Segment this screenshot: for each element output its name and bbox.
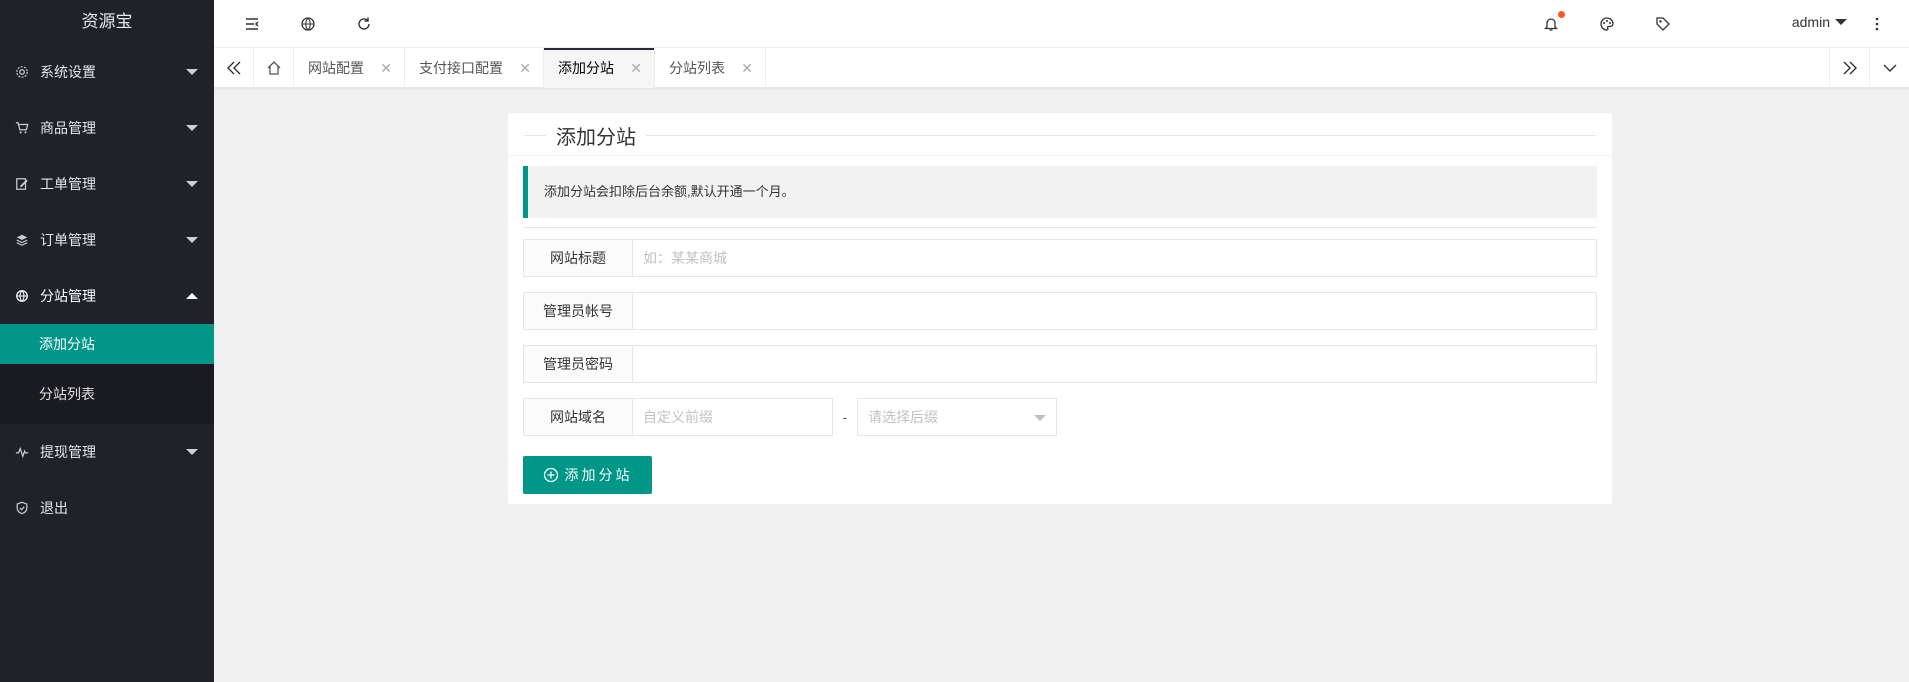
- tab-bar: 网站配置 ✕ 支付接口配置 ✕ 添加分站 ✕ 分站列表 ✕: [214, 48, 1909, 88]
- field-label: 网站标题: [523, 239, 633, 277]
- chevron-down-icon: [186, 181, 198, 187]
- admin-account-input[interactable]: [633, 292, 1597, 330]
- sidebar-item-system-settings[interactable]: 系统设置: [0, 44, 214, 100]
- sidebar-item-label: 工单管理: [40, 176, 96, 192]
- layers-icon: [14, 232, 30, 248]
- form-row-site-title: 网站标题: [523, 239, 1597, 277]
- fieldset-line: [524, 135, 1596, 136]
- gear-icon: [14, 64, 30, 80]
- tag-icon[interactable]: [1651, 12, 1675, 36]
- user-menu[interactable]: admin: [1792, 14, 1847, 30]
- scroll-tabs-left-button[interactable]: [214, 48, 254, 88]
- scroll-tabs-right-button[interactable]: [1829, 48, 1869, 88]
- app-logo: 资源宝: [81, 12, 133, 31]
- close-icon[interactable]: ✕: [380, 48, 392, 88]
- sidebar-item-orders[interactable]: 订单管理: [0, 212, 214, 268]
- notice-banner: 添加分站会扣除后台余额,默认开通一个月。: [523, 166, 1597, 218]
- sidebar-item-products[interactable]: 商品管理: [0, 100, 214, 156]
- sidebar-item-logout[interactable]: 退出: [0, 480, 214, 536]
- tab-site-config[interactable]: 网站配置 ✕: [294, 48, 405, 88]
- tab-label: 分站列表: [669, 60, 725, 76]
- tab-list: 网站配置 ✕ 支付接口配置 ✕ 添加分站 ✕ 分站列表 ✕: [294, 48, 766, 88]
- chevron-up-icon: [186, 293, 198, 299]
- field-label: 管理员密码: [523, 345, 633, 383]
- page-title: 添加分站: [546, 121, 646, 150]
- sidebar-item-withdrawals[interactable]: 提现管理: [0, 424, 214, 480]
- double-chevron-left-icon: [226, 61, 240, 75]
- globe-icon[interactable]: [296, 12, 320, 36]
- form-row-admin-account: 管理员帐号: [523, 292, 1597, 330]
- more-icon[interactable]: [1865, 12, 1889, 36]
- sidebar: 资源宝 系统设置 商品管理 工单管理 订单管理 分站管理 添加分站 分站列表 提…: [0, 0, 214, 682]
- tab-label: 支付接口配置: [419, 60, 503, 76]
- sidebar-item-label: 系统设置: [40, 64, 96, 80]
- sidebar-item-label: 退出: [40, 500, 68, 516]
- tab-add-substation[interactable]: 添加分站 ✕: [544, 48, 655, 88]
- shield-check-icon: [14, 500, 30, 516]
- chevron-down-icon: [186, 125, 198, 131]
- menu-fold-icon[interactable]: [240, 12, 264, 36]
- double-chevron-right-icon: [1843, 61, 1857, 75]
- sidebar-subitem-add-substation[interactable]: 添加分站: [0, 324, 214, 364]
- close-icon[interactable]: ✕: [519, 48, 531, 88]
- theme-icon[interactable]: [1595, 12, 1619, 36]
- site-title-input[interactable]: [633, 239, 1597, 277]
- tab-label: 添加分站: [558, 60, 614, 76]
- divider: [523, 227, 1597, 228]
- field-label: 管理员帐号: [523, 292, 633, 330]
- refresh-icon[interactable]: [352, 12, 376, 36]
- tab-substation-list[interactable]: 分站列表 ✕: [655, 48, 766, 88]
- field-label: 网站域名: [523, 398, 633, 436]
- home-tab-button[interactable]: [254, 48, 294, 88]
- domain-separator: -: [842, 409, 848, 425]
- form-row-domain: 网站域名 - 请选择后缀: [523, 398, 1597, 436]
- pulse-icon: [14, 444, 30, 460]
- form-row-admin-password: 管理员密码: [523, 345, 1597, 383]
- bell-icon[interactable]: [1539, 11, 1565, 36]
- chevron-down-icon: [186, 237, 198, 243]
- edit-icon: [14, 176, 30, 192]
- close-icon[interactable]: ✕: [630, 48, 642, 88]
- admin-password-input[interactable]: [633, 345, 1597, 383]
- sidebar-item-tickets[interactable]: 工单管理: [0, 156, 214, 212]
- caret-down-icon: [1835, 19, 1847, 25]
- add-substation-button[interactable]: 添加分站: [523, 456, 652, 494]
- plus-circle-icon: [543, 467, 559, 483]
- top-header: admin: [214, 0, 1909, 48]
- tab-payment-config[interactable]: 支付接口配置 ✕: [405, 48, 544, 88]
- sidebar-subitem-substation-list[interactable]: 分站列表: [0, 364, 214, 424]
- caret-down-icon: [1034, 415, 1046, 421]
- domain-prefix-input[interactable]: [633, 398, 833, 436]
- chevron-down-icon: [186, 449, 198, 455]
- close-icon[interactable]: ✕: [741, 48, 753, 88]
- cart-icon: [14, 120, 30, 136]
- home-icon: [267, 61, 280, 75]
- select-placeholder: 请选择后缀: [868, 409, 938, 425]
- domain-suffix-select[interactable]: 请选择后缀: [857, 398, 1057, 436]
- globe-icon: [14, 288, 30, 304]
- sidebar-item-label: 提现管理: [40, 444, 96, 460]
- tab-actions-button[interactable]: [1869, 48, 1909, 88]
- sidebar-item-label: 商品管理: [40, 120, 96, 136]
- chevron-down-icon: [186, 69, 198, 75]
- sidebar-item-label: 订单管理: [40, 232, 96, 248]
- sidebar-item-substations[interactable]: 分站管理: [0, 268, 214, 324]
- divider: [508, 155, 1612, 156]
- tab-label: 网站配置: [308, 60, 364, 76]
- notification-dot: [1558, 11, 1565, 18]
- button-label: 添加分站: [564, 467, 633, 483]
- username: admin: [1791, 14, 1830, 30]
- substation-submenu: 添加分站 分站列表: [0, 324, 214, 424]
- add-substation-card: 添加分站 添加分站会扣除后台余额,默认开通一个月。 网站标题 管理员帐号 管理员…: [508, 113, 1612, 504]
- chevron-down-icon: [1883, 64, 1896, 72]
- sidebar-item-label: 分站管理: [40, 288, 96, 304]
